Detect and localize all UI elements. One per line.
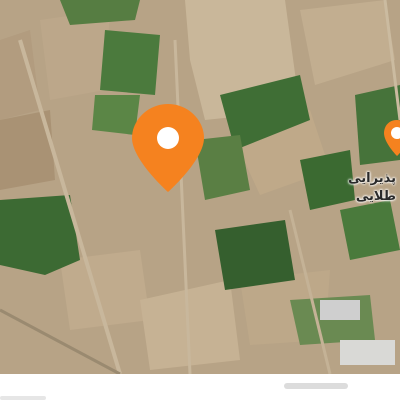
secondary-handle <box>0 396 46 400</box>
poi-label-line-1: پذیرایی <box>348 171 396 186</box>
poi-marker[interactable] <box>382 118 400 158</box>
map-view[interactable]: پذیرایی طلایی <box>0 0 400 400</box>
poi-label[interactable]: پذیرایی طلایی <box>336 170 396 206</box>
poi-label-line-2: طلایی <box>355 189 396 204</box>
bottom-sheet-drag-handle[interactable] <box>284 383 348 389</box>
location-pin-icon[interactable] <box>128 100 208 196</box>
